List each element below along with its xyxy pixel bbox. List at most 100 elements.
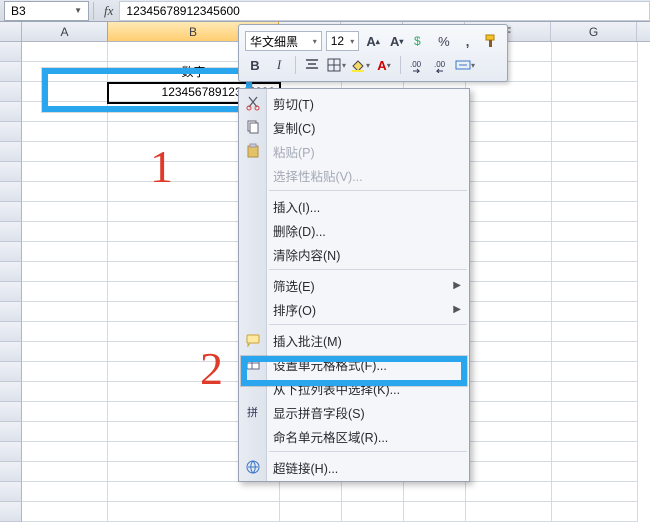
cell[interactable] — [552, 62, 638, 82]
menu-paste[interactable]: 粘贴(P) — [239, 139, 469, 163]
cell[interactable] — [22, 42, 108, 62]
menu-delete[interactable]: 删除(D)... — [239, 218, 469, 242]
cell[interactable] — [466, 402, 552, 422]
row-header[interactable] — [0, 482, 22, 502]
cell[interactable] — [22, 242, 108, 262]
row-header[interactable] — [0, 82, 22, 102]
cell[interactable] — [280, 502, 342, 522]
cell[interactable] — [552, 362, 638, 382]
row-header[interactable] — [0, 442, 22, 462]
menu-cut[interactable]: 剪切(T) — [239, 91, 469, 115]
cell[interactable] — [466, 462, 552, 482]
cell[interactable] — [552, 322, 638, 342]
menu-filter[interactable]: 筛选(E) ▶ — [239, 273, 469, 297]
cell[interactable] — [22, 182, 108, 202]
cell[interactable] — [22, 422, 108, 442]
cell[interactable] — [466, 162, 552, 182]
formula-input[interactable]: 12345678912345600 — [119, 1, 650, 21]
cell[interactable] — [22, 482, 108, 502]
name-box[interactable]: B3 ▼ — [4, 1, 89, 21]
cell[interactable] — [22, 442, 108, 462]
cell[interactable] — [466, 222, 552, 242]
cell[interactable] — [552, 502, 638, 522]
menu-copy[interactable]: 复制(C) — [239, 115, 469, 139]
row-header[interactable] — [0, 322, 22, 342]
cell[interactable] — [552, 122, 638, 142]
cell[interactable] — [22, 282, 108, 302]
row-header[interactable] — [0, 202, 22, 222]
chevron-down-icon[interactable]: ▾ — [350, 37, 354, 46]
row-header[interactable] — [0, 182, 22, 202]
menu-insert-comment[interactable]: 插入批注(M) — [239, 328, 469, 352]
row-header[interactable] — [0, 462, 22, 482]
accounting-format-icon[interactable]: $ — [411, 31, 431, 51]
fill-color-icon[interactable]: ▾ — [350, 55, 370, 75]
align-center-icon[interactable] — [302, 55, 322, 75]
cell[interactable] — [466, 442, 552, 462]
cell[interactable] — [466, 502, 552, 522]
select-all-corner[interactable] — [0, 22, 22, 41]
cell[interactable] — [552, 342, 638, 362]
cell[interactable] — [466, 202, 552, 222]
row-header[interactable] — [0, 342, 22, 362]
row-header[interactable] — [0, 302, 22, 322]
cell[interactable] — [466, 122, 552, 142]
cell[interactable] — [552, 142, 638, 162]
cell[interactable] — [22, 122, 108, 142]
row-header[interactable] — [0, 362, 22, 382]
cell[interactable] — [552, 102, 638, 122]
menu-paste-special[interactable]: 选择性粘贴(V)... — [239, 163, 469, 187]
cell[interactable] — [466, 302, 552, 322]
bold-icon[interactable]: B — [245, 55, 265, 75]
percent-format-icon[interactable]: % — [434, 31, 454, 51]
cell[interactable] — [108, 502, 280, 522]
row-header[interactable] — [0, 42, 22, 62]
col-header-g[interactable]: G — [551, 22, 637, 41]
row-header[interactable] — [0, 422, 22, 442]
cell[interactable] — [404, 482, 466, 502]
cell[interactable] — [466, 342, 552, 362]
row-header[interactable] — [0, 62, 22, 82]
cell[interactable] — [552, 262, 638, 282]
cell[interactable] — [552, 462, 638, 482]
cell[interactable] — [552, 202, 638, 222]
row-header[interactable] — [0, 162, 22, 182]
cell[interactable] — [466, 322, 552, 342]
row-header[interactable] — [0, 402, 22, 422]
cell[interactable] — [22, 142, 108, 162]
row-header[interactable] — [0, 502, 22, 522]
cell[interactable] — [22, 222, 108, 242]
format-painter-icon[interactable] — [481, 31, 501, 51]
cell[interactable] — [342, 502, 404, 522]
cell[interactable] — [552, 222, 638, 242]
cell[interactable] — [466, 482, 552, 502]
col-header-a[interactable]: A — [22, 22, 108, 41]
cell[interactable] — [552, 382, 638, 402]
menu-name-range[interactable]: 命名单元格区域(R)... — [239, 424, 469, 448]
grow-font-icon[interactable]: A▴ — [363, 31, 383, 51]
cell[interactable] — [342, 482, 404, 502]
cell[interactable] — [466, 382, 552, 402]
cell[interactable] — [552, 162, 638, 182]
cell[interactable] — [108, 482, 280, 502]
cell[interactable] — [466, 102, 552, 122]
italic-icon[interactable]: I — [269, 55, 289, 75]
cell[interactable] — [552, 402, 638, 422]
row-header[interactable] — [0, 122, 22, 142]
cell[interactable] — [22, 402, 108, 422]
cell[interactable] — [22, 162, 108, 182]
cell[interactable] — [552, 282, 638, 302]
cell[interactable] — [552, 422, 638, 442]
borders-icon[interactable]: ▾ — [326, 55, 346, 75]
cell[interactable] — [466, 242, 552, 262]
cell[interactable] — [22, 382, 108, 402]
comma-format-icon[interactable]: , — [458, 31, 478, 51]
menu-sort[interactable]: 排序(O) ▶ — [239, 297, 469, 321]
cell[interactable] — [22, 462, 108, 482]
shrink-font-icon[interactable]: A▾ — [387, 31, 407, 51]
row-header[interactable] — [0, 222, 22, 242]
cell[interactable] — [22, 322, 108, 342]
chevron-down-icon[interactable]: ▾ — [313, 37, 317, 46]
cell[interactable] — [466, 282, 552, 302]
cell[interactable] — [22, 502, 108, 522]
